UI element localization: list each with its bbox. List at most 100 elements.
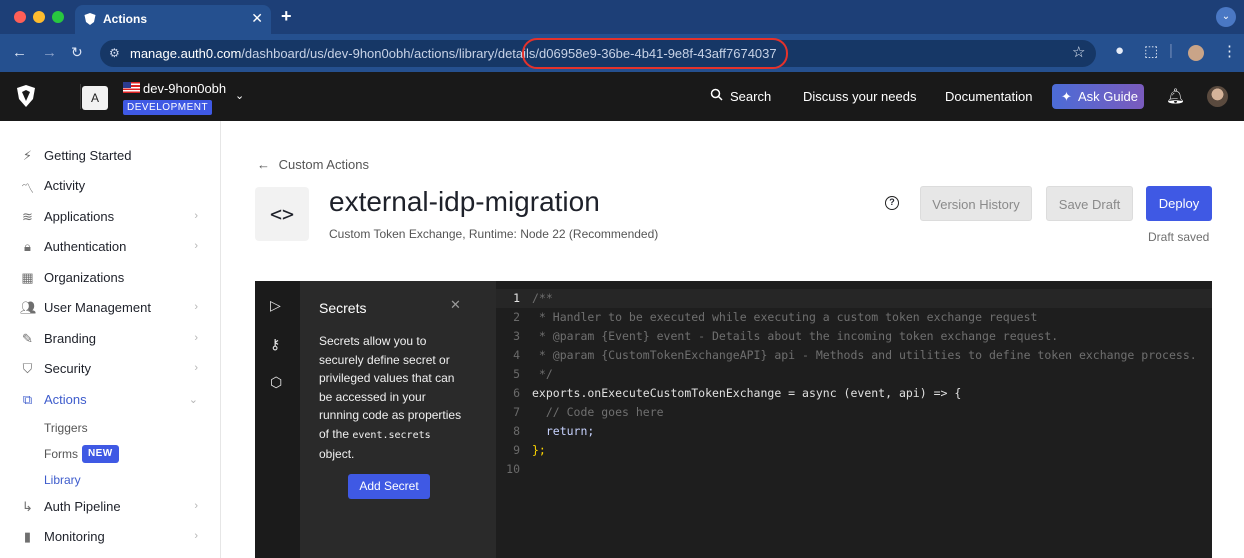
sidebar-item-label: Authentication [44, 239, 127, 254]
environment-badge: DEVELOPMENT [123, 100, 213, 115]
sidebar-item-user-management[interactable]: 👥︎ User Management › [0, 293, 220, 323]
code-line: 10 [496, 460, 1212, 479]
line-number: 4 [513, 348, 520, 362]
back-link-label: Custom Actions [278, 157, 369, 172]
secrets-panel: Secrets ✕ Secrets allow you to securely … [300, 281, 496, 558]
sidebar-subitem-forms[interactable]: Forms [44, 447, 78, 461]
sidebar-subitem-library[interactable]: Library [44, 473, 81, 487]
tab-close-icon[interactable]: ✕ [251, 10, 263, 27]
sidebar-item-label: Security [44, 361, 91, 376]
sidebar-item-getting-started[interactable]: ⚡︎ Getting Started [0, 141, 220, 171]
auth0-favicon-icon [84, 13, 96, 25]
code-text: * @param {Event} event - Details about t… [532, 329, 1059, 343]
tenant-name[interactable]: dev-9hon0obh [143, 81, 226, 96]
sidebar-item-label: Auth Pipeline [44, 499, 121, 514]
sidebar-item-activity[interactable]: 〽 Activity [0, 171, 220, 201]
window-zoom-button[interactable] [52, 11, 64, 23]
line-number: 1 [513, 291, 520, 305]
page-subtitle: Custom Token Exchange, Runtime: Node 22 … [329, 227, 659, 241]
search-link[interactable]: Search [730, 89, 771, 104]
code-line: 1 /** [496, 289, 1212, 308]
secrets-title: Secrets [319, 300, 367, 316]
sidebar-item-security[interactable]: ⛉ Security › [0, 354, 220, 384]
tab-search-icon[interactable]: ⌄ [1216, 7, 1236, 27]
sidebar-item-actions[interactable]: ⧉ Actions ⌄ [0, 385, 220, 415]
chevron-down-icon[interactable]: ⌄ [235, 89, 244, 102]
sidebar-item-branding[interactable]: ✎ Branding › [0, 324, 220, 354]
bookmark-star-icon[interactable]: ☆ [1072, 43, 1085, 61]
sidebar-item-auth-pipeline[interactable]: ↳ Auth Pipeline › [0, 492, 220, 522]
chevron-down-icon: ⌄ [188, 394, 198, 406]
auth0-logo-icon[interactable] [16, 85, 36, 107]
code-line: 5 */ [496, 365, 1212, 384]
line-number: 8 [513, 424, 520, 438]
back-arrow-icon[interactable]: ← [12, 44, 27, 61]
ask-guide-button[interactable]: ✦ Ask Guide [1052, 84, 1144, 109]
chevron-right-icon: › [194, 530, 198, 542]
sidebar-item-label: Applications [44, 209, 115, 224]
browser-tab-actions[interactable]: Actions ✕ [75, 5, 271, 34]
code-area[interactable]: 1 /** 2 * Handler to be executed while ex… [496, 281, 1212, 558]
puzzle-icon[interactable]: ⬚ [1144, 42, 1158, 60]
reload-icon[interactable]: ↻ [71, 44, 83, 61]
line-number: 5 [513, 367, 520, 381]
save-draft-button[interactable]: Save Draft [1046, 186, 1133, 221]
sidebar-item-applications[interactable]: ≋ Applications › [0, 202, 220, 232]
sidebar-item-label: Activity [44, 178, 86, 193]
tenant-avatar[interactable]: A [82, 86, 108, 110]
window-minimize-button[interactable] [33, 11, 45, 23]
editor-side-rail: ▷ ⚷ ⬡ [255, 281, 300, 558]
extension-icon[interactable]: ● [1115, 42, 1124, 59]
chevron-right-icon: › [194, 301, 198, 313]
add-secret-button[interactable]: Add Secret [348, 474, 430, 499]
code-line: 4 * @param {CustomTokenExchangeAPI} api … [496, 346, 1212, 365]
help-icon[interactable]: ? [885, 196, 899, 210]
package-icon[interactable]: ⬡ [270, 374, 282, 391]
actions-icon: ⧉ [22, 392, 33, 407]
user-avatar[interactable] [1207, 86, 1228, 107]
code-line: 3 * @param {Event} event - Details about… [496, 327, 1212, 346]
line-number: 6 [513, 386, 520, 400]
chart-icon: ▮ [23, 529, 32, 544]
window-close-button[interactable] [14, 11, 26, 23]
documentation-link[interactable]: Documentation [945, 89, 1032, 104]
new-tab-icon[interactable]: + [281, 6, 292, 27]
version-history-button[interactable]: Version History [920, 186, 1032, 221]
pen-icon: ✎ [22, 331, 33, 346]
search-icon[interactable] [710, 88, 723, 101]
play-icon[interactable]: ▷ [270, 297, 281, 314]
sidebar-item-label: Actions [44, 392, 87, 407]
code-text: * @param {CustomTokenExchangeAPI} api - … [532, 348, 1197, 362]
arrow-left-icon: ← [257, 157, 270, 172]
site-info-icon[interactable]: ⚙ [109, 46, 120, 60]
key-icon[interactable]: ⚷ [270, 336, 280, 353]
code-line: 7 // Code goes here [496, 403, 1212, 422]
discuss-needs-link[interactable]: Discuss your needs [803, 89, 916, 104]
toolbar-divider: | [1169, 42, 1173, 59]
forward-arrow-icon[interactable]: → [42, 44, 57, 61]
chevron-right-icon: › [194, 210, 198, 222]
tab-title: Actions [103, 12, 148, 26]
pipeline-icon: ↳ [22, 499, 33, 514]
sidebar-subitem-triggers[interactable]: Triggers [44, 421, 88, 435]
sidebar-item-authentication[interactable]: 🔒︎ Authentication › [0, 232, 220, 262]
sidebar-item-label: Branding [44, 331, 97, 346]
profile-avatar[interactable] [1188, 45, 1204, 61]
code-line: 9}; [496, 441, 1212, 460]
secrets-desc-end: object. [319, 447, 355, 461]
chevron-right-icon: › [194, 362, 198, 374]
chevron-right-icon: › [194, 240, 198, 252]
notification-bell-icon[interactable]: 🔔︎ [1166, 87, 1185, 105]
sidebar-item-monitoring[interactable]: ▮ Monitoring › [0, 522, 220, 552]
line-number: 2 [513, 310, 520, 324]
sidebar-item-organizations[interactable]: ▦ Organizations [0, 263, 220, 293]
url-highlight-annotation [522, 38, 788, 69]
back-link[interactable]: ← Custom Actions [257, 157, 369, 172]
close-icon[interactable]: ✕ [450, 297, 461, 313]
browser-tab-strip: Actions ✕ + ⌄ [0, 0, 1244, 34]
code-editor-panel: ▷ ⚷ ⬡ Secrets ✕ Secrets allow you to sec… [255, 281, 1212, 558]
browser-menu-icon[interactable]: ⋮ [1222, 42, 1237, 60]
code-text: * Handler to be executed while executing… [532, 310, 1038, 324]
code-line: 8 return; [496, 422, 1212, 441]
deploy-button[interactable]: Deploy [1146, 186, 1212, 221]
